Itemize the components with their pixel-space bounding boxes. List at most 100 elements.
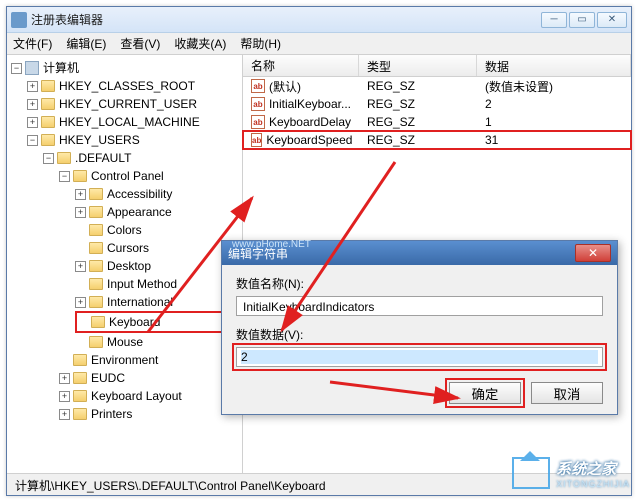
toggle-icon[interactable]: + <box>27 117 38 128</box>
folder-icon <box>89 336 103 348</box>
toggle-spacer <box>75 243 86 254</box>
value-data: (数值未设置) <box>477 77 631 96</box>
menu-edit[interactable]: 编辑(E) <box>66 35 106 52</box>
dialog-titlebar: www.pHome.NET 编辑字符串 ✕ <box>222 241 617 265</box>
watermark-logo-icon <box>512 457 550 489</box>
col-data[interactable]: 数据 <box>477 55 631 76</box>
value-data-input[interactable] <box>241 350 598 364</box>
tree-mouse[interactable]: Mouse <box>107 333 143 351</box>
toggle-spacer <box>75 337 86 348</box>
tree-environment[interactable]: Environment <box>91 351 158 369</box>
tree-colors[interactable]: Colors <box>107 221 142 239</box>
edit-string-dialog: www.pHome.NET 编辑字符串 ✕ 数值名称(N): InitialKe… <box>221 240 618 415</box>
folder-icon <box>41 80 55 92</box>
tree-appearance[interactable]: Appearance <box>107 203 172 221</box>
folder-icon <box>89 296 103 308</box>
tree-hkcr[interactable]: HKEY_CLASSES_ROOT <box>59 77 195 95</box>
string-icon: ab <box>251 97 265 111</box>
menu-favorites[interactable]: 收藏夹(A) <box>174 35 226 52</box>
tree-pane[interactable]: − 计算机 + HKEY_CLASSES_ROOT + HKEY_CURRENT_US… <box>7 55 243 473</box>
toggle-spacer <box>77 317 88 328</box>
value-type: REG_SZ <box>359 114 477 130</box>
toggle-spacer <box>75 279 86 290</box>
tree-hklm[interactable]: HKEY_LOCAL_MACHINE <box>59 113 200 131</box>
toggle-icon[interactable]: − <box>43 153 54 164</box>
tree-keyboard-layout[interactable]: Keyboard Layout <box>91 387 182 405</box>
tree-default[interactable]: .DEFAULT <box>75 149 131 167</box>
tree-international[interactable]: International <box>107 293 173 311</box>
minimize-button[interactable]: ─ <box>541 12 567 28</box>
toggle-icon[interactable]: − <box>11 63 22 74</box>
value-name: KeyboardSpeed <box>266 133 352 147</box>
folder-icon <box>89 224 103 236</box>
value-name: (默认) <box>269 78 301 95</box>
value-type: REG_SZ <box>359 132 477 148</box>
list-row[interactable]: abKeyboardDelay REG_SZ 1 <box>243 113 631 131</box>
folder-icon <box>41 134 55 146</box>
col-type[interactable]: 类型 <box>359 55 477 76</box>
tree-input-method[interactable]: Input Method <box>107 275 177 293</box>
close-button[interactable]: ✕ <box>597 12 627 28</box>
toggle-icon[interactable]: + <box>75 207 86 218</box>
value-data: 2 <box>477 96 631 112</box>
tree-printers[interactable]: Printers <box>91 405 132 423</box>
ok-button[interactable]: 确定 <box>449 382 521 404</box>
toggle-icon[interactable]: − <box>59 171 70 182</box>
col-name[interactable]: 名称 <box>243 55 359 76</box>
list-row[interactable]: abInitialKeyboar... REG_SZ 2 <box>243 95 631 113</box>
folder-icon <box>91 316 105 328</box>
toggle-icon[interactable]: + <box>59 373 70 384</box>
folder-icon <box>89 260 103 272</box>
toggle-icon[interactable]: + <box>75 189 86 200</box>
value-type: REG_SZ <box>359 78 477 94</box>
toggle-spacer <box>75 225 86 236</box>
tree-hkcu[interactable]: HKEY_CURRENT_USER <box>59 95 197 113</box>
list-row[interactable]: abKeyboardSpeed REG_SZ 31 <box>243 131 631 149</box>
cancel-button[interactable]: 取消 <box>531 382 603 404</box>
toggle-icon[interactable]: + <box>27 99 38 110</box>
folder-icon <box>73 372 87 384</box>
dialog-close-button[interactable]: ✕ <box>575 244 611 262</box>
menubar: 文件(F) 编辑(E) 查看(V) 收藏夹(A) 帮助(H) <box>7 33 631 55</box>
window-title: 注册表编辑器 <box>31 11 541 28</box>
tree-eudc[interactable]: EUDC <box>91 369 125 387</box>
list-header: 名称 类型 数据 <box>243 55 631 77</box>
string-icon: ab <box>251 133 262 147</box>
toggle-icon[interactable]: + <box>27 81 38 92</box>
toggle-icon[interactable]: − <box>27 135 38 146</box>
tree-cursors[interactable]: Cursors <box>107 239 149 257</box>
tree-desktop[interactable]: Desktop <box>107 257 151 275</box>
watermark: 系统之家 XITONGZHIJIA <box>512 457 630 489</box>
folder-icon <box>41 98 55 110</box>
watermark-subtext: XITONGZHIJIA <box>556 479 630 489</box>
value-data: 1 <box>477 114 631 130</box>
value-type: REG_SZ <box>359 96 477 112</box>
tree-keyboard[interactable]: Keyboard <box>109 313 160 331</box>
maximize-button[interactable]: ▭ <box>569 12 595 28</box>
value-name-display: InitialKeyboardIndicators <box>236 296 603 316</box>
folder-icon <box>89 242 103 254</box>
toggle-spacer <box>59 355 70 366</box>
toggle-icon[interactable]: + <box>59 409 70 420</box>
toggle-icon[interactable]: + <box>75 261 86 272</box>
list-row[interactable]: ab(默认) REG_SZ (数值未设置) <box>243 77 631 95</box>
folder-icon <box>73 390 87 402</box>
toggle-icon[interactable]: + <box>59 391 70 402</box>
folder-icon <box>73 354 87 366</box>
tree-root[interactable]: 计算机 <box>43 59 79 77</box>
toggle-icon[interactable]: + <box>75 297 86 308</box>
url-overlay: www.pHome.NET <box>232 239 311 250</box>
status-path: 计算机\HKEY_USERS\.DEFAULT\Control Panel\Ke… <box>15 479 326 493</box>
menu-view[interactable]: 查看(V) <box>120 35 160 52</box>
tree-accessibility[interactable]: Accessibility <box>107 185 172 203</box>
menu-file[interactable]: 文件(F) <box>13 35 52 52</box>
value-data-input-wrap <box>236 347 603 367</box>
regedit-icon <box>11 12 27 28</box>
titlebar: 注册表编辑器 ─ ▭ ✕ <box>7 7 631 33</box>
menu-help[interactable]: 帮助(H) <box>240 35 281 52</box>
folder-icon <box>73 170 87 182</box>
tree-control-panel[interactable]: Control Panel <box>91 167 164 185</box>
computer-icon <box>25 61 39 75</box>
tree-hku[interactable]: HKEY_USERS <box>59 131 140 149</box>
string-icon: ab <box>251 115 265 129</box>
